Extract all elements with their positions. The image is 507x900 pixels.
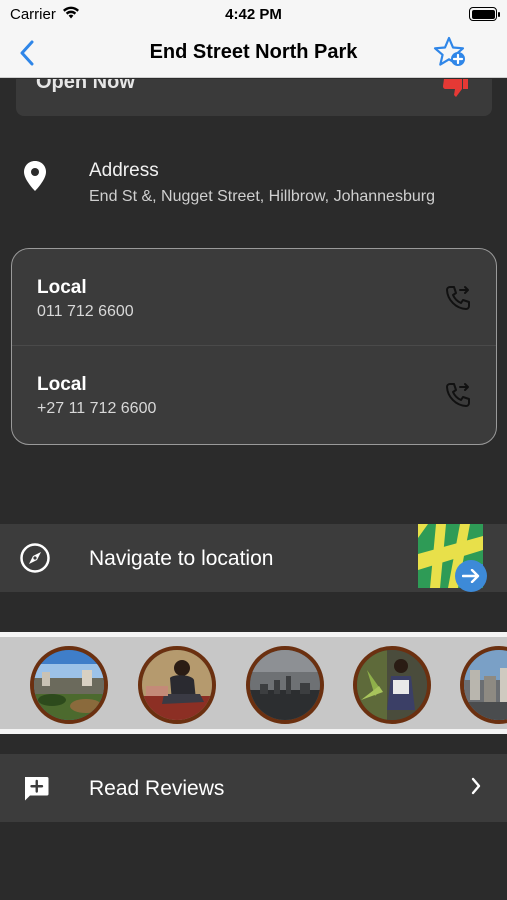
phone-numbers-card: Local 011 712 6600 Local +27 11 712 6600 [11,248,497,445]
photo-thumbnail[interactable] [30,646,108,724]
battery-icon [469,7,500,21]
photo-gallery[interactable] [0,632,507,734]
read-reviews-label: Read Reviews [89,777,225,800]
chevron-left-icon [20,40,34,66]
phone-forward-icon [446,383,470,407]
phone-number: +27 11 712 6600 [37,400,157,417]
phone-number: 011 712 6600 [37,303,134,320]
address-value: End St &, Nugget Street, Hillbrow, Johan… [89,188,435,205]
add-review-icon [22,775,50,808]
carrier-label: Carrier [10,5,56,23]
navigation-bar: End Street North Park [0,28,507,78]
back-button[interactable] [12,38,42,68]
photo-thumbnail[interactable] [138,646,216,724]
photo-thumbnail[interactable] [353,646,431,724]
wifi-icon [62,6,80,23]
phone-forward-icon [446,286,470,310]
phone-row[interactable]: Local 011 712 6600 [12,249,496,345]
call-button[interactable] [444,284,472,312]
phone-label: Local [37,277,87,298]
read-reviews-button[interactable]: Read Reviews [0,754,507,822]
open-status-label: Open Now [36,79,135,93]
call-button[interactable] [444,381,472,409]
address-section[interactable]: Address End St &, Nugget Street, Hillbro… [0,150,507,210]
status-bar: Carrier 4:42 PM [0,0,507,28]
address-label: Address [89,160,159,181]
phone-row[interactable]: Local +27 11 712 6600 [12,345,496,441]
open-status-card: Open Now [16,79,492,116]
location-pin-icon [22,160,48,197]
photo-thumbnail[interactable] [460,646,507,724]
compass-icon [19,542,51,579]
photo-thumbnail[interactable] [246,646,324,724]
navigate-label: Navigate to location [89,547,274,570]
directions-arrow-icon [455,560,487,592]
thumbs-down-icon [442,79,470,104]
star-add-icon [433,36,465,66]
add-favorite-button[interactable] [433,35,469,71]
phone-label: Local [37,374,87,395]
navigate-button[interactable]: Navigate to location [0,524,507,592]
chevron-right-icon [471,777,481,800]
page-title: End Street North Park [149,41,358,63]
